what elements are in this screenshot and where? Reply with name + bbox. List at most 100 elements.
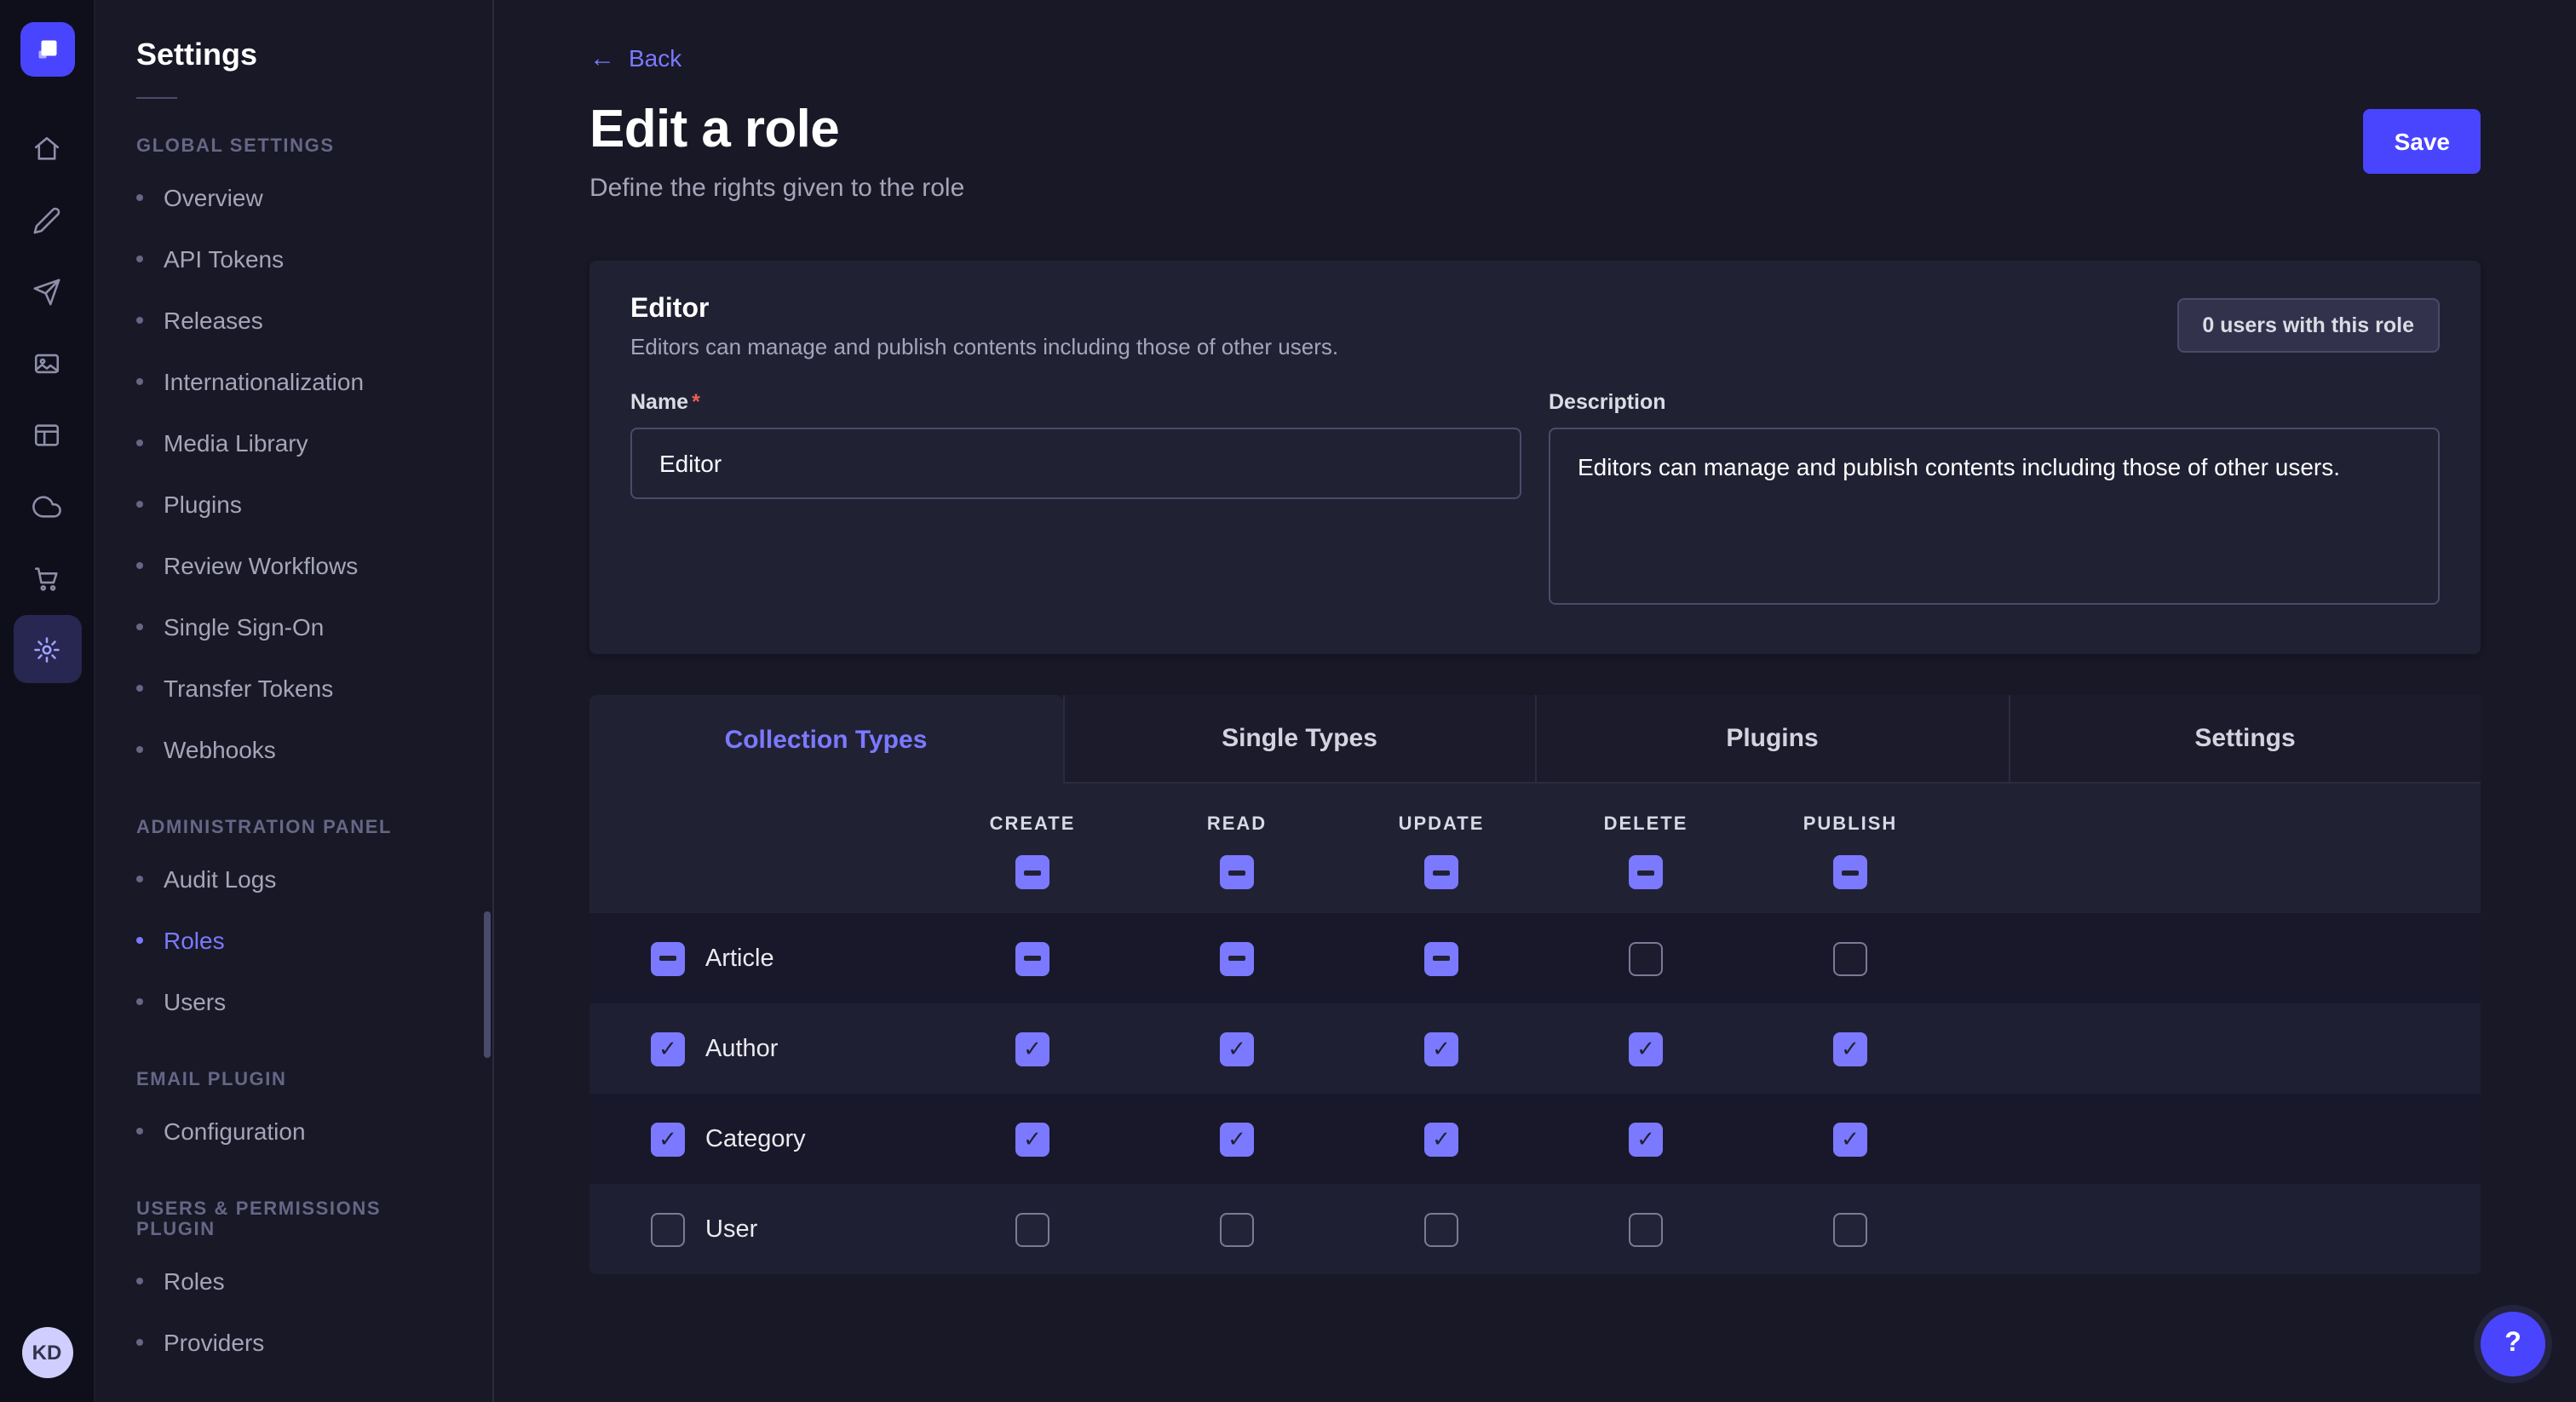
tab-collection-types[interactable]: Collection Types	[589, 695, 1062, 784]
category-delete-checkbox[interactable]	[1629, 1122, 1663, 1156]
article-read-checkbox[interactable]	[1220, 941, 1254, 975]
help-button[interactable]	[2481, 1312, 2545, 1376]
tab-settings[interactable]: Settings	[2008, 695, 2481, 784]
article-update-checkbox[interactable]	[1424, 941, 1458, 975]
user-avatar[interactable]: KD	[21, 1327, 72, 1378]
nav-marketplace[interactable]	[13, 543, 81, 612]
sidebar-scrollbar-thumb[interactable]	[484, 911, 491, 1058]
category-create-checkbox[interactable]	[1015, 1122, 1049, 1156]
permissions-tabs: Collection TypesSingle TypesPluginsSetti…	[589, 695, 2481, 784]
user-publish-checkbox[interactable]	[1833, 1212, 1867, 1246]
author-row-checkbox[interactable]	[651, 1031, 685, 1066]
nav-releases[interactable]	[13, 257, 81, 325]
select-all-update-checkbox[interactable]	[1424, 855, 1458, 889]
back-link[interactable]: Back	[589, 44, 681, 72]
select-all-publish-checkbox[interactable]	[1833, 855, 1867, 889]
permission-cell	[1339, 1122, 1544, 1156]
sidebar-item-roles[interactable]: Roles	[95, 910, 492, 971]
sidebar-item-single-sign-on[interactable]: Single Sign-On	[95, 596, 492, 658]
bullet-dot	[136, 1128, 143, 1135]
bullet-dot	[136, 746, 143, 753]
category-row-checkbox[interactable]	[651, 1122, 685, 1156]
author-delete-checkbox[interactable]	[1629, 1031, 1663, 1066]
permission-cell	[1135, 941, 1339, 975]
strapi-logo-icon	[32, 34, 62, 65]
sidebar-item-review-workflows[interactable]: Review Workflows	[95, 535, 492, 596]
category-read-checkbox[interactable]	[1220, 1122, 1254, 1156]
nav-deploy[interactable]	[13, 472, 81, 540]
save-button[interactable]: Save	[2364, 109, 2481, 174]
pen-icon	[32, 205, 61, 234]
author-update-checkbox[interactable]	[1424, 1031, 1458, 1066]
main-nav-rail: KD	[0, 0, 95, 1402]
permission-row-category: Category	[589, 1094, 2481, 1184]
user-create-checkbox[interactable]	[1015, 1212, 1049, 1246]
permission-row-author: Author	[589, 1003, 2481, 1094]
author-publish-checkbox[interactable]	[1833, 1031, 1867, 1066]
user-row-checkbox[interactable]	[651, 1212, 685, 1246]
layout-icon	[32, 420, 61, 449]
permission-row-user: User	[589, 1184, 2481, 1274]
paper-plane-icon	[32, 277, 61, 306]
role-name-input[interactable]	[630, 428, 1521, 499]
sidebar-item-releases[interactable]: Releases	[95, 290, 492, 351]
user-update-checkbox[interactable]	[1424, 1212, 1458, 1246]
nav-content-type-builder[interactable]	[13, 400, 81, 468]
permissions-rows: Article Author CategoryUser	[589, 913, 2481, 1274]
category-publish-checkbox[interactable]	[1833, 1122, 1867, 1156]
sidebar-item-transfer-tokens[interactable]: Transfer Tokens	[95, 658, 492, 719]
tab-single-types[interactable]: Single Types	[1062, 695, 1535, 784]
row-label: Article	[705, 945, 774, 972]
user-delete-checkbox[interactable]	[1629, 1212, 1663, 1246]
role-card-header: Editor Editors can manage and publish co…	[630, 295, 2440, 359]
sidebar-item-users[interactable]: Users	[95, 971, 492, 1032]
select-all-read-checkbox[interactable]	[1220, 855, 1254, 889]
description-field: Description Editors can manage and publi…	[1549, 390, 2440, 613]
bullet-dot	[136, 876, 143, 882]
sidebar-item-label: Media Library	[164, 429, 308, 457]
nav-content-manager[interactable]	[13, 186, 81, 254]
category-update-checkbox[interactable]	[1424, 1122, 1458, 1156]
sidebar-item-media-library[interactable]: Media Library	[95, 412, 492, 474]
sidebar-item-audit-logs[interactable]: Audit Logs	[95, 848, 492, 910]
row-label: Author	[705, 1035, 778, 1062]
bullet-dot	[136, 317, 143, 324]
sidebar-item-overview[interactable]: Overview	[95, 167, 492, 228]
sidebar-section-header-users-and-permissions-plugin: USERS & PERMISSIONS PLUGIN	[136, 1199, 451, 1240]
strapi-logo[interactable]	[20, 22, 74, 77]
nav-home[interactable]	[13, 114, 81, 182]
sidebar-item-providers[interactable]: Providers	[95, 1312, 492, 1373]
sidebar-section-header-email-plugin: EMAIL PLUGIN	[136, 1070, 451, 1090]
author-read-checkbox[interactable]	[1220, 1031, 1254, 1066]
bullet-dot	[136, 440, 143, 446]
user-read-checkbox[interactable]	[1220, 1212, 1254, 1246]
sidebar-item-plugins[interactable]: Plugins	[95, 474, 492, 535]
article-row-checkbox[interactable]	[651, 941, 685, 975]
author-create-checkbox[interactable]	[1015, 1031, 1049, 1066]
page-title: Edit a role	[589, 99, 964, 160]
bullet-dot	[136, 378, 143, 385]
article-delete-checkbox[interactable]	[1629, 941, 1663, 975]
article-publish-checkbox[interactable]	[1833, 941, 1867, 975]
sidebar-item-label: Plugins	[164, 491, 242, 518]
tab-plugins[interactable]: Plugins	[1535, 695, 2008, 784]
sidebar-item-webhooks[interactable]: Webhooks	[95, 719, 492, 780]
article-create-checkbox[interactable]	[1015, 941, 1049, 975]
bullet-dot	[136, 1339, 143, 1346]
sidebar-item-internationalization[interactable]: Internationalization	[95, 351, 492, 412]
role-description-input[interactable]: Editors can manage and publish contents …	[1549, 428, 2440, 605]
nav-media-library[interactable]	[13, 329, 81, 397]
select-all-create-checkbox[interactable]	[1015, 855, 1049, 889]
nav-settings[interactable]	[13, 615, 81, 683]
sidebar-item-label: Single Sign-On	[164, 613, 324, 641]
role-details-card: Editor Editors can manage and publish co…	[589, 261, 2481, 654]
users-with-role-badge[interactable]: 0 users with this role	[2176, 298, 2440, 353]
sidebar-item-api-tokens[interactable]: API Tokens	[95, 228, 492, 290]
permission-cell	[1748, 1031, 1952, 1066]
select-all-delete-checkbox[interactable]	[1629, 855, 1663, 889]
sidebar-item-roles[interactable]: Roles	[95, 1250, 492, 1312]
sidebar-item-configuration[interactable]: Configuration	[95, 1100, 492, 1162]
required-asterisk: *	[692, 390, 700, 414]
description-field-label: Description	[1549, 390, 2440, 414]
name-field-label: Name*	[630, 390, 1521, 414]
